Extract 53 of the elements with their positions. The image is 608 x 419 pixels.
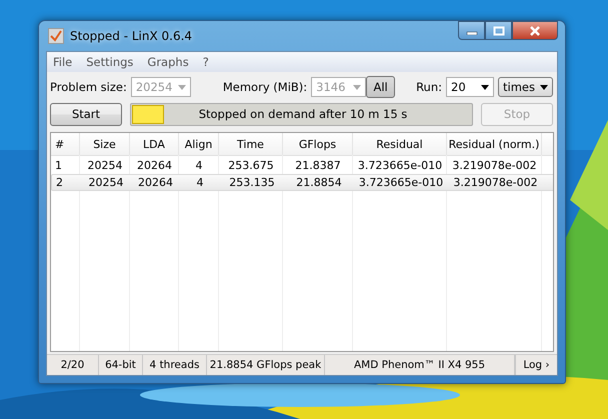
table-cell-text: 20264 [136,158,173,173]
table-cell-text: 253.135 [228,175,276,190]
table-cell-text: 3.219078e-002 [452,175,539,190]
status-light-icon [132,104,164,124]
caret-icon [178,84,186,90]
menu-item[interactable]: ? [202,55,209,69]
menu-item[interactable]: File [53,55,72,69]
table-cell-text: 20264 [137,175,174,190]
status-field: 4 threads [143,355,207,375]
start-button[interactable]: Start [50,102,122,126]
table-cell-text: 4 [194,158,204,173]
caret-icon [481,84,489,90]
table-cell-text: 3.723665e-010 [358,175,444,190]
column-header[interactable]: Time [219,133,283,155]
close-icon [529,26,541,36]
maximize-icon [492,26,504,36]
window-title: Stopped - LinX 0.6.4 [70,29,192,43]
table-row[interactable]: 1 20254 20264 4 253.675 21.8387 3.723665e-010 3.219078e-002 [51,157,553,173]
table-cell-text: 1 [54,158,63,173]
status-message: Stopped on demand after 10 m 15 s [198,107,408,121]
column-header[interactable]: Size [80,133,130,155]
table-row[interactable]: 2 20254 20264 4 253.135 21.8854 3.723665e-010 3.219078e-002 [51,174,553,191]
status-field: 64-bit [99,355,143,375]
column-header[interactable]: # [51,133,80,155]
run-count-combo[interactable]: 20 [446,77,494,97]
table-cell-text: 4 [196,175,204,190]
status-field: 2/20 [47,355,99,375]
table-cell-text: 3.219078e-002 [451,158,538,173]
caret-icon [540,84,548,90]
checkmark-icon [48,28,64,44]
status-field: 21.8854 GFlops peak [207,355,325,375]
run-label: Run: [416,80,442,94]
column-header[interactable]: Align [179,133,219,155]
column-header[interactable]: Residual (norm.) [447,133,542,155]
minimize-button[interactable] [458,21,485,40]
column-header[interactable]: GFlops [283,133,353,155]
column-header[interactable]: LDA [130,133,179,155]
column-header[interactable]: Residual [353,133,447,155]
maximize-button[interactable] [485,21,512,40]
table-cell-text: 20254 [86,158,124,173]
table-cell-text: 21.8854 [295,175,343,190]
run-unit-dropdown[interactable]: times [498,77,553,97]
menu-item[interactable]: Settings [86,55,134,69]
menu-item[interactable]: Graphs [147,55,189,69]
table-cell-text: 2 [55,175,64,190]
table-cell-text: 20254 [88,175,124,190]
problem-size-label: Problem size: [50,80,127,94]
close-button[interactable] [512,21,558,40]
table-cell-text: 21.8387 [294,158,342,173]
table-cell-text: 253.675 [227,158,275,173]
memory-label: Memory (MiB): [222,80,308,94]
table-cell-text: 3.723665e-010 [356,158,444,173]
caret-icon [353,84,362,90]
